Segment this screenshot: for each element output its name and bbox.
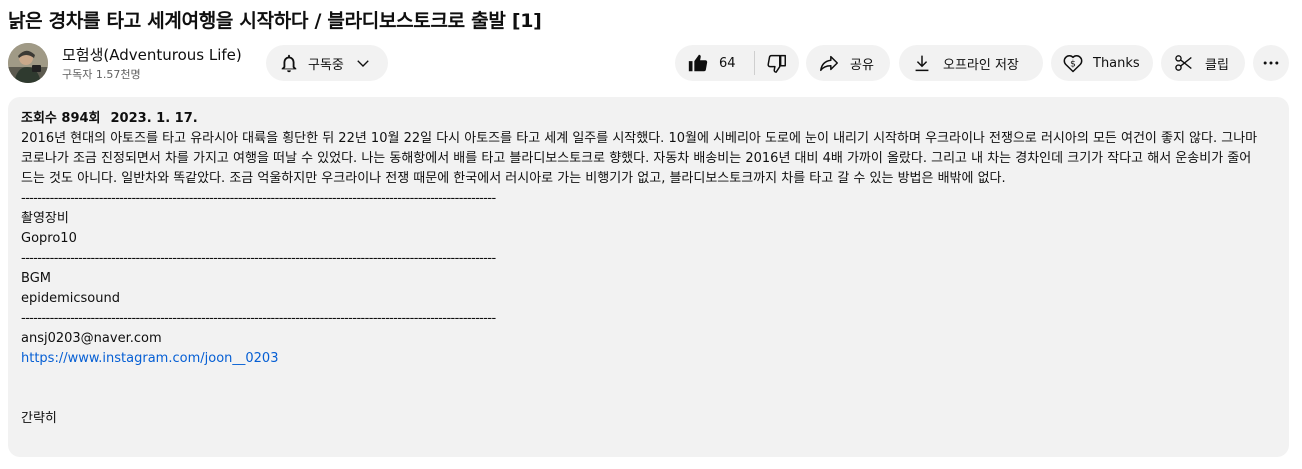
show-less-button[interactable]: 간략히 <box>21 409 1276 429</box>
instagram-link[interactable]: https://www.instagram.com/joon__0203 <box>21 349 1276 369</box>
subscribed-button[interactable]: 구독중 <box>266 45 388 81</box>
bgm-heading: BGM <box>21 271 51 286</box>
channel-name[interactable]: 모험생(Adventurous Life) <box>62 44 242 66</box>
share-button[interactable]: 공유 <box>806 45 890 81</box>
separator-line: ----------------------------------------… <box>21 251 496 266</box>
thanks-button[interactable]: $ Thanks <box>1051 45 1153 81</box>
like-dislike-group: 64 <box>675 45 799 81</box>
scissors-icon <box>1175 55 1192 71</box>
description-box[interactable]: 조회수 894회 2023. 1. 17. 2016년 현대의 아토즈를 타고 유… <box>8 97 1289 457</box>
subscribed-label: 구독중 <box>308 57 344 73</box>
thumbs-down-icon <box>767 54 786 73</box>
bgm-value: epidemicsound <box>21 291 120 306</box>
gear-heading: 촬영장비 <box>21 211 69 226</box>
download-button[interactable]: 오프라인 저장 <box>899 45 1043 81</box>
chevron-down-icon <box>357 60 369 67</box>
more-icon <box>1263 61 1279 65</box>
thumbs-up-icon <box>688 54 708 72</box>
upload-date: 2023. 1. 17. <box>110 111 198 126</box>
view-count: 조회수 894회 <box>21 111 101 126</box>
more-actions-button[interactable] <box>1253 45 1289 81</box>
svg-text:$: $ <box>1070 60 1076 70</box>
dislike-button[interactable] <box>755 45 799 81</box>
thanks-icon: $ <box>1063 55 1083 73</box>
gear-value: Gopro10 <box>21 231 77 246</box>
avatar-image <box>8 43 48 83</box>
separator-line: ----------------------------------------… <box>21 311 496 326</box>
clip-button[interactable]: 클립 <box>1161 45 1245 81</box>
subscriber-count: 구독자 1.57천명 <box>62 68 141 81</box>
contact-email: ansj0203@naver.com <box>21 331 162 346</box>
description-text: 2016년 현대의 아토즈를 타고 유라시아 대륙을 횡단한 뒤 22년 10월… <box>21 131 1258 186</box>
share-label: 공유 <box>850 57 874 73</box>
download-icon <box>915 55 929 72</box>
separator-line: ----------------------------------------… <box>21 191 496 206</box>
like-count: 64 <box>719 55 736 71</box>
like-button[interactable]: 64 <box>675 45 754 81</box>
share-icon <box>820 55 838 72</box>
description-meta: 조회수 894회 2023. 1. 17. <box>21 109 1276 129</box>
download-label: 오프라인 저장 <box>943 57 1019 73</box>
video-title: 낡은 경차를 타고 세계여행을 시작하다 / 블라디보스토크로 출발 [1] <box>8 10 542 32</box>
channel-avatar[interactable] <box>8 43 48 83</box>
bell-icon <box>281 54 297 73</box>
clip-label: 클립 <box>1205 57 1229 73</box>
thanks-label: Thanks <box>1093 55 1140 71</box>
